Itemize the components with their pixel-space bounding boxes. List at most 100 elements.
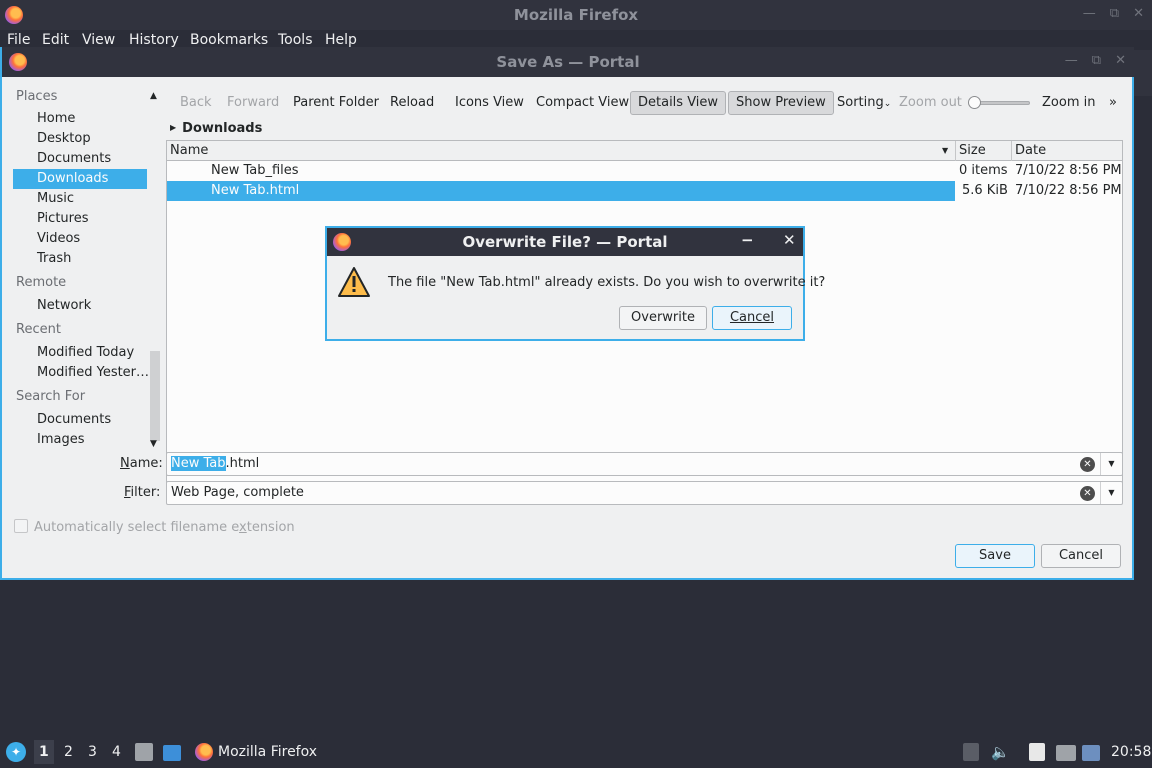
- places-item-home[interactable]: Home: [13, 109, 147, 129]
- column-divider[interactable]: [955, 141, 956, 161]
- menu-file[interactable]: File: [7, 32, 30, 48]
- places-item-pictures[interactable]: Pictures: [13, 209, 147, 229]
- chevron-down-icon[interactable]: ▼: [1100, 453, 1122, 475]
- firefox-window-controls: — ⧉ ✕: [1083, 6, 1144, 21]
- clear-icon[interactable]: ✕: [1080, 486, 1095, 501]
- file-row[interactable]: New Tab_files 0 items 7/10/22 8:56 PM: [167, 161, 1122, 181]
- column-header-name[interactable]: Name: [170, 143, 208, 158]
- firefox-titlebar: Mozilla Firefox — ⧉ ✕: [0, 0, 1152, 30]
- menu-history[interactable]: History: [129, 32, 179, 48]
- places-item-modified-yesterday[interactable]: Modified Yester…: [13, 363, 149, 383]
- places-item-search-documents[interactable]: Documents: [13, 410, 147, 430]
- parent-folder-button[interactable]: Parent Folder: [285, 91, 387, 115]
- workspace-4[interactable]: 4: [112, 744, 121, 760]
- menu-edit[interactable]: Edit: [42, 32, 69, 48]
- file-manager-icon[interactable]: [135, 743, 153, 761]
- overwrite-titlebar: Overwrite File? — Portal − ✕: [327, 228, 803, 256]
- places-item-search-images[interactable]: Images: [13, 430, 147, 450]
- auto-extension-label: Automatically select filename extension: [34, 520, 295, 535]
- file-size: 5.6 KiB: [962, 183, 1008, 198]
- scroll-up-icon[interactable]: ▲: [150, 91, 157, 101]
- column-divider[interactable]: [1011, 141, 1012, 161]
- overwrite-cancel-button[interactable]: Cancel: [712, 306, 792, 330]
- sort-descending-icon: ▼: [942, 146, 949, 155]
- places-item-desktop[interactable]: Desktop: [13, 129, 147, 149]
- taskbar-firefox-label[interactable]: Mozilla Firefox: [218, 744, 317, 760]
- show-preview-button[interactable]: Show Preview: [728, 91, 834, 115]
- name-label: Name:: [120, 456, 163, 471]
- overwrite-dialog: Overwrite File? — Portal − ✕ The file "N…: [325, 226, 825, 341]
- close-icon[interactable]: ✕: [1115, 53, 1126, 68]
- places-item-trash[interactable]: Trash: [13, 249, 147, 269]
- maximize-icon[interactable]: ⧉: [1092, 53, 1101, 68]
- minimize-icon[interactable]: −: [741, 231, 754, 249]
- desktop-icon[interactable]: [163, 745, 181, 761]
- zoom-in-button[interactable]: Zoom in: [1034, 91, 1103, 115]
- menu-help[interactable]: Help: [325, 32, 357, 48]
- menu-bookmarks[interactable]: Bookmarks: [190, 32, 268, 48]
- overwrite-title: Overwrite File? — Portal: [462, 233, 668, 251]
- filename-input[interactable]: New Tab.html ✕ ▼: [166, 452, 1123, 476]
- compact-view-button[interactable]: Compact View: [528, 91, 637, 115]
- minimize-icon[interactable]: —: [1083, 6, 1096, 21]
- recent-group-label: Recent: [16, 322, 61, 337]
- taskbar: ✦ 1 2 3 4 Mozilla Firefox 🔈 20:58: [0, 736, 1152, 768]
- file-name: New Tab_files: [211, 163, 299, 178]
- network-icon[interactable]: [1056, 745, 1076, 761]
- file-row-selected[interactable]: New Tab.html 5.6 KiB 7/10/22 8:56 PM: [167, 181, 1122, 201]
- start-menu-icon[interactable]: ✦: [6, 742, 26, 762]
- places-scrollbar[interactable]: ▲ ▼: [148, 89, 162, 449]
- file-date: 7/10/22 8:56 PM: [1015, 163, 1122, 178]
- scrollbar-handle[interactable]: [150, 351, 160, 441]
- chevron-down-icon[interactable]: ▼: [1100, 482, 1122, 504]
- forward-button[interactable]: Forward: [219, 91, 287, 115]
- breadcrumb[interactable]: ▶ Downloads: [170, 121, 262, 139]
- tray-update-icon[interactable]: [963, 743, 979, 761]
- details-view-button[interactable]: Details View: [630, 91, 727, 115]
- breadcrumb-arrow-icon: ▶: [170, 123, 177, 132]
- close-icon[interactable]: ✕: [1133, 6, 1144, 21]
- filter-select[interactable]: Web Page, complete ✕ ▼: [166, 481, 1123, 505]
- column-header-size[interactable]: Size: [959, 143, 986, 158]
- search-group-label: Search For: [16, 389, 86, 404]
- menu-tools[interactable]: Tools: [278, 32, 313, 48]
- overwrite-button[interactable]: Overwrite: [619, 306, 707, 330]
- breadcrumb-current[interactable]: Downloads: [182, 121, 262, 136]
- workspace-2[interactable]: 2: [64, 744, 73, 760]
- cancel-button[interactable]: Cancel: [1041, 544, 1121, 568]
- toolbar-overflow-icon[interactable]: »: [1101, 91, 1125, 115]
- zoom-slider-handle[interactable]: [968, 96, 981, 109]
- notifications-icon[interactable]: [1082, 745, 1100, 761]
- places-group-label: Places: [16, 89, 58, 104]
- menu-view[interactable]: View: [82, 32, 115, 48]
- sorting-button[interactable]: Sorting⌄: [829, 91, 899, 115]
- workspace-3[interactable]: 3: [88, 744, 97, 760]
- column-header-date[interactable]: Date: [1015, 143, 1046, 158]
- places-item-videos[interactable]: Videos: [13, 229, 147, 249]
- places-item-modified-today[interactable]: Modified Today: [13, 343, 147, 363]
- icons-view-button[interactable]: Icons View: [447, 91, 532, 115]
- save-button[interactable]: Save: [955, 544, 1035, 568]
- places-item-network[interactable]: Network: [13, 296, 147, 316]
- scroll-down-icon[interactable]: ▼: [150, 439, 157, 449]
- warning-icon: [338, 267, 370, 297]
- clear-icon[interactable]: ✕: [1080, 457, 1095, 472]
- zoom-slider[interactable]: [968, 96, 1032, 110]
- places-item-documents[interactable]: Documents: [13, 149, 147, 169]
- filename-value: New Tab.html: [171, 456, 260, 471]
- places-item-music[interactable]: Music: [13, 189, 147, 209]
- file-list-header: Name ▼ Size Date: [167, 141, 1122, 161]
- checkbox-icon[interactable]: [14, 519, 28, 533]
- workspace-1[interactable]: 1: [34, 740, 54, 764]
- firefox-taskbar-icon[interactable]: [195, 743, 213, 761]
- reload-button[interactable]: Reload: [382, 91, 442, 115]
- minimize-icon[interactable]: —: [1065, 53, 1078, 68]
- clipboard-icon[interactable]: [1029, 743, 1045, 761]
- close-icon[interactable]: ✕: [783, 231, 796, 249]
- maximize-icon[interactable]: ⧉: [1110, 6, 1119, 21]
- places-item-downloads[interactable]: Downloads: [13, 169, 147, 189]
- zoom-out-button[interactable]: Zoom out: [891, 91, 970, 115]
- auto-extension-checkbox[interactable]: Automatically select filename extension: [14, 519, 295, 535]
- volume-icon[interactable]: 🔈: [991, 743, 1010, 761]
- back-button[interactable]: Back: [172, 91, 220, 115]
